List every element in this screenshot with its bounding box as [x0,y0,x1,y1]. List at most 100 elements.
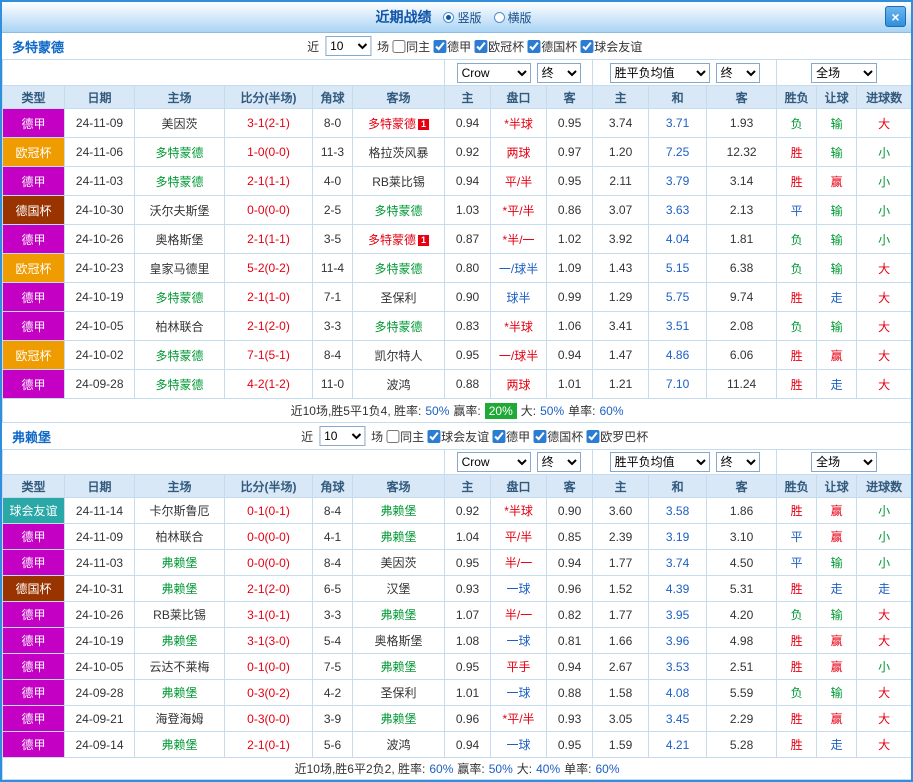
odds-company-select[interactable]: Crow [457,452,531,472]
away-team-cell: 多特蒙德 [353,196,445,225]
games-suffix: 场 [377,38,389,55]
home-team-cell: 弗赖堡 [135,576,225,602]
avg-select[interactable]: 胜平负均值 [610,452,710,472]
away-odds: 0.95 [547,109,593,138]
match-date: 24-09-21 [65,706,135,732]
games-count-select[interactable]: 10 [319,426,365,446]
home-team-cell: 多特蒙德 [135,167,225,196]
result-value: 胜 [777,138,817,167]
odds-state-select[interactable]: 终 [537,452,581,472]
win-odds: 3.74 [593,109,649,138]
result-value: 负 [777,254,817,283]
match-date: 24-11-03 [65,167,135,196]
filter-option[interactable]: 德甲 [433,38,471,55]
filter-option[interactable]: 欧冠杯 [474,38,524,55]
draw-odds: 5.75 [649,283,707,312]
close-button[interactable]: × [885,6,906,27]
handicap-value: 平/半 [491,524,547,550]
draw-odds: 3.58 [649,498,707,524]
filter-checkbox[interactable] [474,40,487,53]
scope-select[interactable]: 全场 [811,452,877,472]
odds-company-select[interactable]: Crow [457,63,531,83]
result-value: 负 [777,602,817,628]
filter-checkbox[interactable] [433,40,446,53]
filter-option[interactable]: 球会友谊 [427,428,489,445]
home-team-cell: 多特蒙德 [135,138,225,167]
win-odds: 1.77 [593,550,649,576]
match-row: 德甲24-09-21海登海姆0-3(0-0)3-9弗赖堡0.96*平/半0.93… [3,706,912,732]
handicap-result-value: 走 [817,283,857,312]
filter-checkbox[interactable] [492,430,505,443]
away-odds: 0.88 [547,680,593,706]
filter-option[interactable]: 同主 [386,428,424,445]
column-header: 类型 [3,86,65,109]
summary-segment: 近10场,胜5平1负4, 胜率: [291,404,422,418]
handicap-result-value: 走 [817,576,857,602]
lose-odds: 6.06 [707,341,777,370]
match-score: 0-1(0-1) [225,498,313,524]
red-card-badge: 1 [418,235,429,246]
league-badge: 德甲 [3,654,65,680]
home-team-cell: 柏林联合 [135,524,225,550]
away-team-cell: 多特蒙德1 [353,109,445,138]
filter-label: 德国杯 [541,38,577,55]
filter-label: 欧冠杯 [488,38,524,55]
result-value: 负 [777,225,817,254]
home-odds: 0.92 [445,498,491,524]
home-team: 弗赖堡 [161,556,197,570]
win-odds: 1.66 [593,628,649,654]
result-value: 胜 [777,370,817,399]
home-odds: 0.80 [445,254,491,283]
handicap-result-value: 赢 [817,628,857,654]
match-row: 欧冠杯24-10-02多特蒙德7-1(5-1)8-4凯尔特人0.95一/球半0.… [3,341,912,370]
draw-odds: 3.45 [649,706,707,732]
filter-label: 德甲 [447,38,471,55]
handicap-value: 半/一 [491,602,547,628]
avg-select[interactable]: 胜平负均值 [610,63,710,83]
filter-checkbox[interactable] [392,40,405,53]
avg-state-select[interactable]: 终 [716,63,760,83]
summary-text: 近10场,胜5平1负4, 胜率:50%赢率:20%大:50%单率:60% [3,399,912,423]
match-score: 2-1(1-0) [225,283,313,312]
filter-checkbox[interactable] [580,40,593,53]
match-row: 德甲24-09-28多特蒙德4-2(1-2)11-0波鸿0.88两球1.011.… [3,370,912,399]
lose-odds: 6.38 [707,254,777,283]
corner-stat: 11-0 [313,370,353,399]
games-count-select[interactable]: 10 [325,36,371,56]
filter-option[interactable]: 球会友谊 [580,38,642,55]
layout-option-horizontal[interactable]: 横版 [494,9,532,26]
league-badge: 德甲 [3,524,65,550]
draw-odds: 3.74 [649,550,707,576]
match-row: 德国杯24-10-30沃尔夫斯堡0-0(0-0)2-5多特蒙德1.03*平/半0… [3,196,912,225]
filter-option[interactable]: 德甲 [492,428,530,445]
filter-checkbox[interactable] [427,430,440,443]
home-team: 多特蒙德 [155,378,203,392]
away-team: 汉堡 [387,582,411,596]
filter-option[interactable]: 欧罗巴杯 [586,428,648,445]
home-odds: 0.83 [445,312,491,341]
filter-option[interactable]: 同主 [392,38,430,55]
filter-checkbox[interactable] [527,40,540,53]
league-badge: 德甲 [3,680,65,706]
odds-state-select[interactable]: 终 [537,63,581,83]
handicap-value: *平/半 [491,196,547,225]
away-team: 圣保利 [381,291,417,305]
handicap-value: 一/球半 [491,341,547,370]
filter-option[interactable]: 德国杯 [527,38,577,55]
team-link[interactable]: 弗赖堡 [12,427,51,446]
layout-option-vertical[interactable]: 竖版 [443,9,481,26]
corner-stat: 11-3 [313,138,353,167]
scope-select[interactable]: 全场 [811,63,877,83]
column-header: 主 [593,475,649,498]
home-odds: 0.95 [445,654,491,680]
home-team: 弗赖堡 [161,582,197,596]
column-header: 客场 [353,86,445,109]
filter-option[interactable]: 德国杯 [533,428,583,445]
avg-state-select[interactable]: 终 [716,452,760,472]
team-link[interactable]: 多特蒙德 [12,37,64,56]
filter-checkbox[interactable] [386,430,399,443]
goals-value: 大 [857,628,912,654]
filter-checkbox[interactable] [586,430,599,443]
filter-checkbox[interactable] [533,430,546,443]
blank-cell [3,60,445,86]
